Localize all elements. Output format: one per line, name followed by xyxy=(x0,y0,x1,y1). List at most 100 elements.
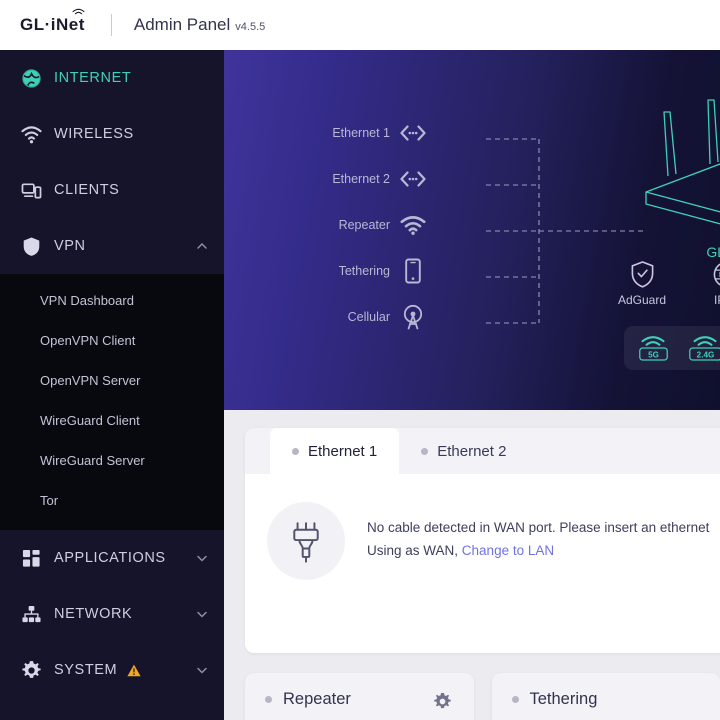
chevron-down-icon[interactable] xyxy=(196,664,208,676)
tethering-card[interactable]: Tethering xyxy=(491,673,720,720)
card-header: Tethering xyxy=(511,690,701,709)
connection-label: Ethernet 2 xyxy=(332,172,390,186)
sidebar-item-internet[interactable]: INTERNET xyxy=(0,50,224,106)
warning-icon xyxy=(127,664,141,676)
chevron-down-icon[interactable] xyxy=(196,552,208,564)
tab-ethernet-1[interactable]: Ethernet 1 xyxy=(270,428,400,474)
top-header: GL·iNet Admin Panel v4.5.5 xyxy=(0,0,720,50)
svg-text:5G: 5G xyxy=(648,350,659,359)
wifi-icon xyxy=(20,123,42,145)
tab-ethernet-2[interactable]: Ethernet 2 xyxy=(399,428,528,474)
logo-wifi-icon xyxy=(72,8,85,15)
vpn-submenu: VPN Dashboard OpenVPN Client OpenVPN Ser… xyxy=(0,274,224,530)
sidebar-item-applications[interactable]: APPLICATIONS xyxy=(0,530,224,586)
wifi-icon xyxy=(641,336,665,346)
plug-icon xyxy=(293,522,319,563)
sidebar-item-label: INTERNET xyxy=(54,70,132,86)
admin-panel-page: GL·iNet Admin Panel v4.5.5 INTERNET WIRE… xyxy=(0,0,720,720)
sidebar-item-label: CLIENTS xyxy=(54,182,120,198)
globe-icon xyxy=(20,67,42,89)
sidebar-item-vpn[interactable]: VPN xyxy=(0,218,224,274)
sidebar-item-label: APPLICATIONS xyxy=(54,550,166,566)
sidebar-item-wireless[interactable]: WIRELESS xyxy=(0,106,224,162)
feature-ipv6[interactable]: IPv6 IPv6 xyxy=(698,258,720,307)
submenu-item-vpn-dashboard[interactable]: VPN Dashboard xyxy=(0,280,224,320)
repeater-settings-gear-icon[interactable] xyxy=(433,692,452,716)
card-title: Repeater xyxy=(283,690,351,708)
feature-label: IPv6 xyxy=(713,293,720,307)
connection-row-cellular: Cellular xyxy=(336,294,426,340)
status-line-1: No cable detected in WAN port. Please in… xyxy=(367,520,710,535)
network-topology-hero: Ethernet 1 Ethernet 2 Repeater Tethering… xyxy=(224,50,720,410)
phone-icon xyxy=(400,258,426,284)
header-divider xyxy=(110,14,112,36)
wan-status-card: Ethernet 1 Ethernet 2 No cable detected … xyxy=(245,428,720,653)
connection-cards-row: Repeater Tethering xyxy=(245,673,720,720)
svg-text:2.4G: 2.4G xyxy=(696,350,714,359)
card-title: Tethering xyxy=(529,690,598,708)
sidebar-item-label: NETWORK xyxy=(54,606,133,622)
wifi-band-bar: 5G 2.4G xyxy=(624,326,720,370)
submenu-item-wireguard-client[interactable]: WireGuard Client xyxy=(0,400,224,440)
status-line-2: Using as WAN, Change to LAN xyxy=(367,539,709,562)
connection-label: Tethering xyxy=(338,264,390,278)
status-line-2-prefix: Using as WAN, xyxy=(367,543,459,558)
band-5g[interactable]: 5G xyxy=(638,335,668,361)
feature-label: AdGuard xyxy=(617,293,667,307)
connection-row-tethering: Tethering xyxy=(336,248,426,294)
version-label: v4.5.5 xyxy=(235,21,266,33)
status-dot xyxy=(421,447,429,455)
status-dot xyxy=(511,696,519,703)
shield-icon xyxy=(20,235,42,257)
chevron-up-icon[interactable] xyxy=(196,240,208,252)
connection-row-ethernet-1: Ethernet 1 xyxy=(332,110,426,156)
sidebar-item-clients[interactable]: CLIENTS xyxy=(0,162,224,218)
feature-icons-row: AdGuard IPv6 IPv6 xyxy=(614,258,720,307)
sidebar-item-label: SYSTEM xyxy=(54,662,118,678)
router-illustration: GL-MT6 xyxy=(624,88,720,260)
connection-label: Cellular xyxy=(347,310,390,324)
ipv6-globe-icon: IPv6 xyxy=(698,258,720,290)
ethernet-icon xyxy=(400,166,426,192)
tab-label: Ethernet 1 xyxy=(308,442,378,460)
submenu-item-openvpn-server[interactable]: OpenVPN Server xyxy=(0,360,224,400)
sidebar-item-label: WIRELESS xyxy=(54,126,134,142)
submenu-item-openvpn-client[interactable]: OpenVPN Client xyxy=(0,320,224,360)
sidebar: INTERNET WIRELESS CLIENTS VPN VPN Dashbo… xyxy=(0,50,224,720)
wan-status-message: No cable detected in WAN port. Please in… xyxy=(367,502,709,562)
tab-label: Ethernet 2 xyxy=(437,442,507,460)
network-tree-icon xyxy=(20,603,42,625)
ethernet-icon xyxy=(400,120,426,146)
sidebar-item-system[interactable]: SYSTEM xyxy=(0,642,224,698)
shield-check-icon xyxy=(614,258,670,290)
devices-icon xyxy=(20,179,42,201)
band-24g[interactable]: 2.4G xyxy=(688,335,720,361)
page-title: Admin Panel xyxy=(133,15,231,34)
tab-strip: Ethernet 1 Ethernet 2 xyxy=(245,428,720,474)
status-dot xyxy=(265,696,272,703)
connection-label: Repeater xyxy=(338,218,390,232)
main-content: Ethernet 1 Ethernet 2 No cable detected … xyxy=(224,410,720,720)
connection-row-ethernet-2: Ethernet 2 xyxy=(332,156,426,202)
status-dot xyxy=(292,447,299,455)
tab-panel-ethernet-1: No cable detected in WAN port. Please in… xyxy=(245,474,720,653)
cell-tower-icon xyxy=(400,304,426,330)
wifi-icon xyxy=(693,336,717,346)
submenu-item-wireguard-server[interactable]: WireGuard Server xyxy=(0,440,224,480)
submenu-item-tor[interactable]: Tor xyxy=(0,480,224,520)
repeater-card[interactable]: Repeater xyxy=(245,673,474,720)
band-5g-label: 5G xyxy=(638,347,668,361)
sidebar-item-network[interactable]: NETWORK xyxy=(0,586,224,642)
change-to-lan-link[interactable]: Change to LAN xyxy=(462,543,554,558)
logo-text: GL·iNet xyxy=(20,15,85,34)
feature-adguard[interactable]: AdGuard xyxy=(614,258,670,307)
connection-label: Ethernet 1 xyxy=(332,126,390,140)
connection-type-list: Ethernet 1 Ethernet 2 Repeater Tethering… xyxy=(332,110,426,340)
chevron-down-icon[interactable] xyxy=(196,608,208,620)
router-icon xyxy=(645,99,720,225)
connection-row-repeater: Repeater xyxy=(336,202,426,248)
sidebar-item-label: VPN xyxy=(54,238,86,254)
band-24g-label: 2.4G xyxy=(688,347,720,361)
wifi-icon xyxy=(400,212,426,238)
gear-icon xyxy=(20,659,42,681)
